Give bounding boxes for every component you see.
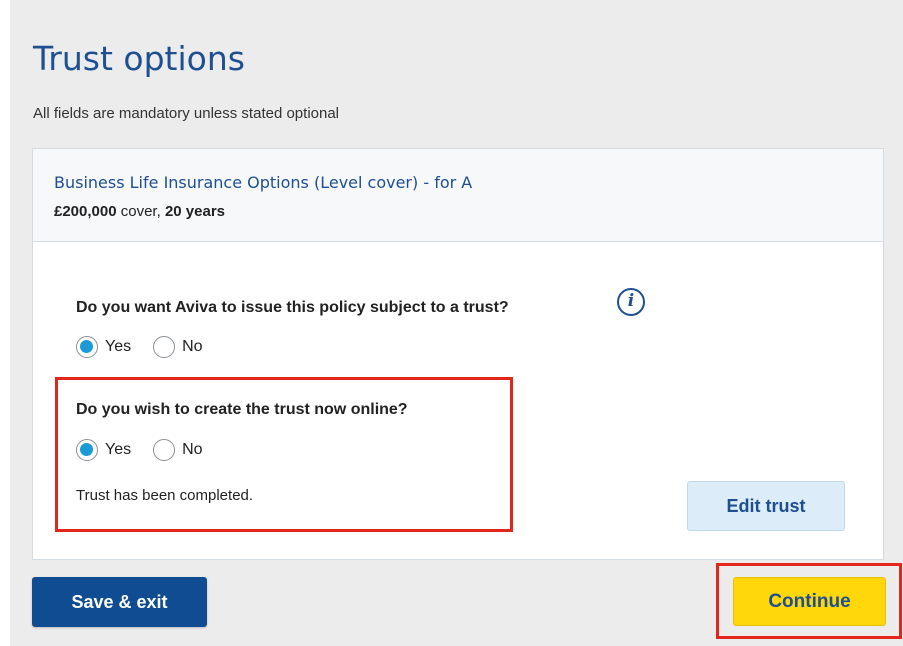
online-question-highlight bbox=[55, 377, 513, 532]
page-title: Trust options bbox=[33, 39, 245, 78]
info-icon[interactable]: i bbox=[617, 288, 645, 316]
product-name: Business Life Insurance Options (Level c… bbox=[54, 173, 473, 192]
trust-no-radio[interactable] bbox=[153, 336, 176, 358]
trust-radio-group: Yes No bbox=[76, 336, 225, 358]
trust-yes-label: Yes bbox=[105, 338, 132, 355]
cover-word: cover, bbox=[116, 203, 165, 220]
cover-summary: £200,000 cover, 20 years bbox=[54, 203, 225, 220]
trust-yes-radio[interactable] bbox=[76, 336, 98, 358]
trust-no-label: No bbox=[182, 338, 203, 355]
policy-summary-header: Business Life Insurance Options (Level c… bbox=[33, 149, 883, 242]
save-exit-button[interactable]: Save & exit bbox=[32, 577, 207, 627]
cover-amount: £200,000 bbox=[54, 203, 117, 220]
trust-yes-option[interactable]: Yes bbox=[76, 336, 131, 358]
trust-question-label: Do you want Aviva to issue this policy s… bbox=[76, 299, 509, 316]
mandatory-note: All fields are mandatory unless stated o… bbox=[33, 105, 340, 122]
continue-highlight bbox=[716, 563, 902, 639]
edit-trust-button[interactable]: Edit trust bbox=[687, 481, 845, 531]
policy-term: 20 years bbox=[164, 203, 225, 220]
trust-no-option[interactable]: No bbox=[153, 336, 203, 358]
